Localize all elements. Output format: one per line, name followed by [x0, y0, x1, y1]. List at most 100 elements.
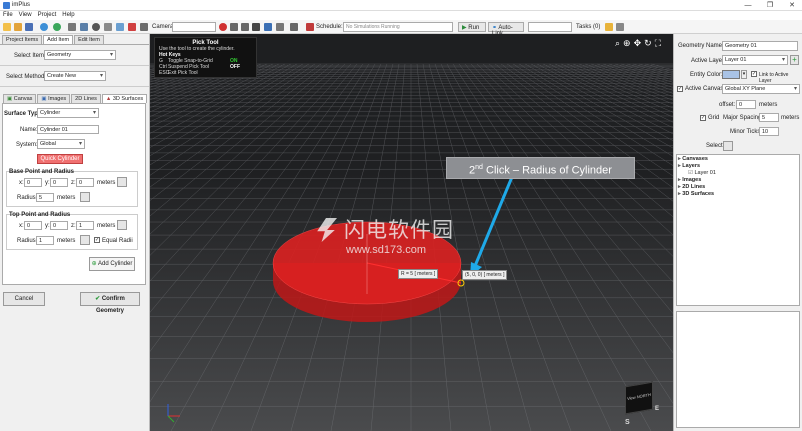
top-x-field[interactable]: 0	[24, 221, 42, 230]
top-pick-icon[interactable]	[117, 220, 127, 230]
delete-camera-icon[interactable]	[252, 23, 260, 31]
tab-images[interactable]: ▣ Images	[37, 94, 71, 103]
settings-icon[interactable]	[140, 23, 148, 31]
select-item-dropdown[interactable]: Geometry	[44, 50, 116, 60]
hotkey-action: Exit Pick Tool	[168, 70, 198, 76]
geometry-name-field[interactable]: Geometry 01	[722, 41, 798, 51]
tree-item[interactable]: ▸ Images	[678, 177, 798, 184]
tab-add-item[interactable]: Add Item	[43, 35, 74, 44]
top-radius-field[interactable]: 1	[36, 236, 54, 245]
auto-link-button[interactable]: ⚭ Auto-Link	[488, 22, 524, 37]
watermark-url: www.sd173.com	[346, 244, 427, 256]
select-method-dropdown[interactable]: Create New	[44, 71, 106, 81]
name-field[interactable]: Cylinder 01	[37, 125, 99, 134]
tree-item[interactable]: ▸ Canvases	[678, 156, 798, 163]
tasks-dropdown[interactable]: Tasks (0)	[576, 24, 600, 30]
schedule-label: Schedule:	[316, 24, 343, 30]
close-button[interactable]: ✕	[784, 1, 800, 10]
entity-color-swatch[interactable]	[722, 70, 740, 79]
line-icon[interactable]	[116, 23, 124, 31]
run-button[interactable]: ▶ Run	[458, 22, 486, 32]
tab-3d-surfaces[interactable]: ▲ 3D Surfaces	[101, 94, 148, 103]
major-spacing-field[interactable]: 5	[759, 113, 779, 122]
base-z-field[interactable]: 0	[76, 178, 94, 187]
equal-radii-label: Equal Radii	[102, 238, 133, 244]
top-y-field[interactable]: 0	[50, 221, 68, 230]
watermark-text: 闪电软件园	[344, 218, 454, 242]
menu-file[interactable]: File	[0, 11, 16, 19]
grid-icon[interactable]	[80, 23, 88, 31]
open-folder-icon[interactable]	[14, 23, 22, 31]
menu-view[interactable]: View	[16, 11, 35, 19]
view-cube[interactable]: View NORTH	[625, 381, 653, 415]
tree-item[interactable]: ☑ Layer 01	[678, 170, 798, 177]
filter-icon[interactable]	[290, 23, 298, 31]
camera-icon[interactable]	[230, 23, 238, 31]
surface-type-dropdown[interactable]: Cylinder	[37, 108, 99, 118]
pan-icon[interactable]: ✥	[634, 38, 642, 49]
quick-cylinder-button[interactable]: Quick Cylinder	[37, 154, 83, 164]
system-dropdown[interactable]: Global	[37, 139, 85, 149]
cancel-button[interactable]: Cancel	[3, 292, 45, 306]
active-canvas-checkbox[interactable]: ✓	[677, 86, 683, 92]
top-y-label: y:	[45, 223, 50, 229]
top-z-field[interactable]: 1	[76, 221, 94, 230]
geometry-name-label: Geometry Name:	[678, 43, 724, 49]
camera-select[interactable]	[172, 22, 216, 32]
add-cylinder-button[interactable]: ⊕ Add Cylinder	[89, 257, 135, 271]
link-layer-checkbox[interactable]: ✓	[751, 71, 757, 77]
minor-ticks-field[interactable]: 10	[759, 127, 779, 136]
globe-icon[interactable]	[40, 23, 48, 31]
tree-item[interactable]: ▸ 3D Surfaces	[678, 191, 798, 198]
tab-project-items[interactable]: Project Items	[2, 35, 43, 44]
move-icon[interactable]	[104, 23, 112, 31]
tree-item-label: Images	[682, 177, 702, 183]
save-icon[interactable]	[25, 23, 33, 31]
tasks-field[interactable]	[528, 22, 572, 32]
rotate-icon[interactable]: ↻	[644, 38, 652, 49]
zoom-icon[interactable]: ⊕	[623, 38, 631, 49]
3d-viewport[interactable]: Pick Tool Use the tool to create the cyl…	[150, 34, 673, 431]
entity-color-label: Entity Color:	[690, 72, 723, 78]
pick-tool-overlay: Pick Tool Use the tool to create the cyl…	[154, 37, 257, 78]
new-file-icon[interactable]	[3, 23, 11, 31]
tab-edit-item[interactable]: Edit Item	[74, 35, 104, 44]
tab-canvas[interactable]: ▣ Canvas	[3, 94, 37, 103]
add-layer-icon[interactable]: +	[790, 55, 799, 65]
cylinder-tool-icon[interactable]	[128, 23, 136, 31]
tab-2d-lines[interactable]: 2D Lines	[71, 94, 101, 103]
zoom-box-icon[interactable]: ⌕	[615, 38, 620, 49]
list-icon[interactable]	[68, 23, 76, 31]
color-dropdown-icon[interactable]: ▾	[741, 70, 747, 79]
tree-item[interactable]: ▸ 2D Lines	[678, 184, 798, 191]
menu-project[interactable]: Project	[35, 11, 60, 19]
equal-radii-checkbox[interactable]: ✓	[94, 237, 100, 243]
menu-help[interactable]: Help	[59, 11, 77, 19]
grid-checkbox[interactable]: ✓	[700, 115, 706, 121]
base-radius-pick-icon[interactable]	[80, 192, 90, 202]
select-pick-icon[interactable]	[723, 141, 733, 151]
more-icon[interactable]	[616, 23, 624, 31]
top-radius-pick-icon[interactable]	[80, 235, 90, 245]
confirm-geometry-button[interactable]: ✔ Confirm Geometry	[80, 292, 140, 314]
target-icon[interactable]	[92, 23, 100, 31]
active-layer-dropdown[interactable]: Layer 01	[722, 55, 788, 65]
base-x-field[interactable]: 0	[24, 178, 42, 187]
snapshot-icon[interactable]	[241, 23, 249, 31]
list-view-icon[interactable]	[276, 23, 284, 31]
base-y-field[interactable]: 0	[50, 178, 68, 187]
tree-item[interactable]: ▸ Layers	[678, 163, 798, 170]
active-canvas-dropdown[interactable]: Global XY Plane	[722, 84, 800, 94]
minimize-button[interactable]: —	[740, 1, 756, 10]
maximize-button[interactable]: ❐	[762, 1, 778, 10]
schedule-field[interactable]: No Simulations Running	[343, 22, 453, 32]
export-icon[interactable]	[264, 23, 272, 31]
record-icon[interactable]	[219, 23, 227, 31]
fullscreen-icon[interactable]: ⛶	[655, 38, 661, 49]
wand-icon[interactable]	[605, 23, 613, 31]
add-icon[interactable]	[53, 23, 61, 31]
view-cube-south: S	[625, 419, 630, 426]
offset-field[interactable]: 0	[736, 100, 756, 109]
base-pick-icon[interactable]	[117, 177, 127, 187]
base-radius-field[interactable]: 5	[36, 193, 54, 202]
